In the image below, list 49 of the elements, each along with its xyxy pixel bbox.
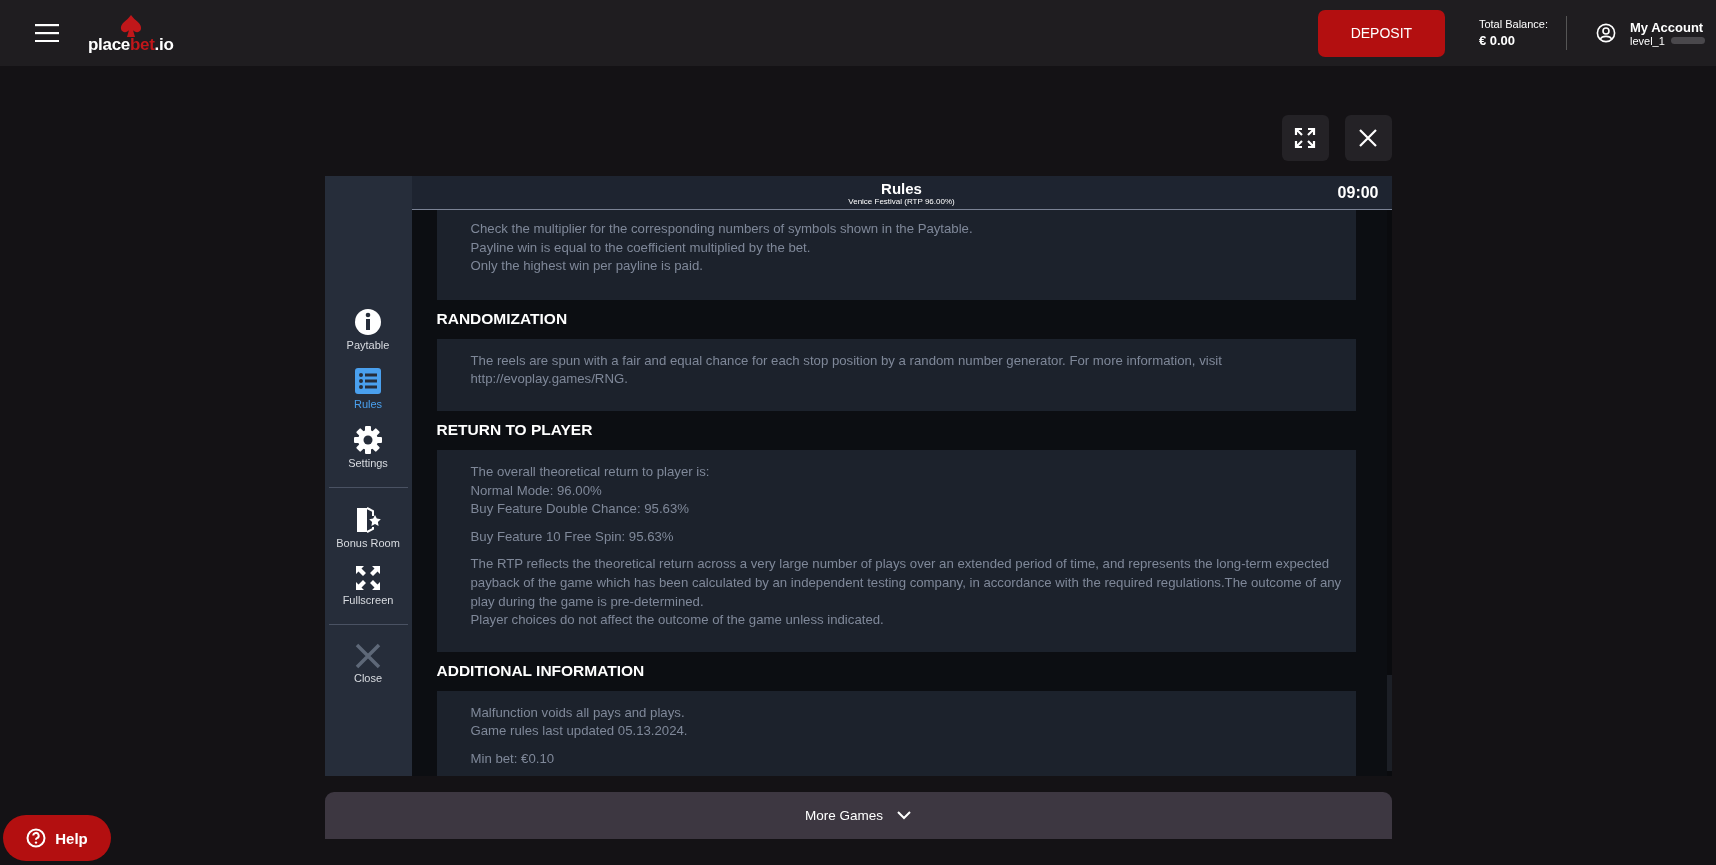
close-icon	[355, 643, 381, 669]
expand-icon	[355, 565, 381, 591]
account-link[interactable]: My Account	[1630, 19, 1716, 35]
balance-amount: € 0.00	[1478, 33, 1517, 48]
level-pill	[1670, 37, 1705, 44]
rules-text: Buy Feature 10 Free Spin: 95.63%	[470, 527, 675, 546]
sidebar-item[interactable]: Settings	[324, 426, 412, 469]
more-games-button[interactable]: More Games	[324, 792, 1392, 839]
rules-text: Only the highest win per payline is paid.	[470, 257, 704, 276]
sidebar-item[interactable]: Bonus Room	[324, 506, 412, 549]
clock-time: 09:00	[1337, 184, 1379, 202]
rules-text: Game rules last updated 05.13.2024.	[470, 722, 689, 741]
account-level: level_1	[1630, 34, 1665, 47]
section-heading: RETURN TO PLAYER	[436, 420, 594, 441]
rules-text: The RTP reflects the theoretical return across a very large number of plays over an extended period of time, and represents the long-term expected payback of the game which has been calculated by an independent testing company, in accordance with the required regulations.The outcome of any play during the game is pre-determined.	[470, 555, 1343, 611]
rules-text: Check the multiplier for the corresponding numbers of symbols shown in the Paytable.	[470, 220, 974, 238]
sidebar-item[interactable]: Fullscreen	[324, 565, 412, 606]
sidebar-item[interactable]: Close	[324, 643, 412, 684]
section-heading: RANDOMIZATION	[436, 309, 569, 330]
game-subtitle: Venice Festival (RTP 96.00%)	[848, 196, 955, 206]
user-icon[interactable]	[1596, 23, 1616, 43]
info-icon	[354, 308, 382, 336]
expand-icon	[1294, 127, 1316, 149]
rules-text: Malfunction voids all pays and plays.	[470, 703, 686, 722]
chevron-down-icon	[897, 811, 911, 820]
section-heading: ADDITIONAL INFORMATION	[436, 661, 646, 682]
list-icon	[354, 367, 382, 395]
scrollbar[interactable]	[1386, 210, 1392, 776]
help-icon	[26, 828, 47, 848]
rules-text: The reels are spun with a fair and equal chance for each stop position by a random number generator. For more information, visit http://evoplay.games/RNG.	[470, 351, 1223, 389]
rules-text: Buy Feature Double Chance: 95.63%	[470, 500, 690, 519]
deposit-button[interactable]: DEPOSIT	[1317, 9, 1445, 57]
close-button[interactable]	[1344, 115, 1392, 161]
rules-text: Player choices do not affect the outcome of the game unless indicated.	[470, 611, 885, 630]
rules-title: Rules	[881, 179, 922, 197]
settings-icon	[354, 426, 382, 454]
door-star-icon	[354, 506, 382, 534]
menu-icon[interactable]	[35, 24, 59, 42]
close-icon	[1358, 128, 1378, 148]
rules-text: The overall theoretical return to player is:	[470, 462, 711, 481]
logo-text[interactable]: placebet.io	[88, 34, 174, 55]
rules-text: Payline win is equal to the coefficient multiplied by the bet.	[470, 238, 812, 257]
fullscreen-button[interactable]	[1281, 115, 1329, 161]
balance-label: Total Balance:	[1478, 18, 1548, 30]
help-button[interactable]: Help	[3, 815, 111, 861]
sidebar-item[interactable]: Paytable	[324, 308, 412, 351]
rules-text: Normal Mode: 96.00%	[470, 481, 603, 500]
sidebar-item[interactable]: Rules	[324, 367, 412, 410]
rules-text: Min bet: €0.10	[470, 749, 556, 768]
